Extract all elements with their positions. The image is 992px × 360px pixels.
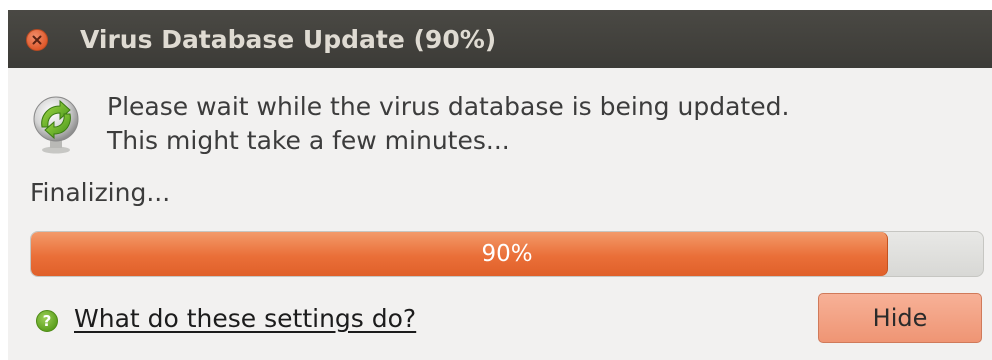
screenshot-frame: Virus Database Update (90%) Please wait …: [0, 0, 992, 360]
message-line-1: Please wait while the virus database is …: [107, 92, 790, 121]
close-icon: [32, 35, 42, 45]
update-message: Please wait while the virus database is …: [107, 90, 789, 158]
hide-button[interactable]: Hide: [818, 293, 982, 343]
status-text: Finalizing...: [30, 178, 171, 207]
progress-label: 90%: [481, 241, 533, 267]
help-icon[interactable]: ?: [36, 310, 58, 332]
help-link[interactable]: What do these settings do?: [74, 304, 416, 333]
window-title: Virus Database Update (90%): [80, 25, 497, 54]
close-button[interactable]: [26, 29, 48, 51]
progress-bar: 90%: [30, 231, 984, 277]
title-bar[interactable]: Virus Database Update (90%): [8, 10, 992, 68]
sync-icon: [33, 96, 79, 154]
update-dialog: Virus Database Update (90%) Please wait …: [8, 10, 992, 360]
message-line-2: This might take a few minutes...: [107, 126, 510, 155]
